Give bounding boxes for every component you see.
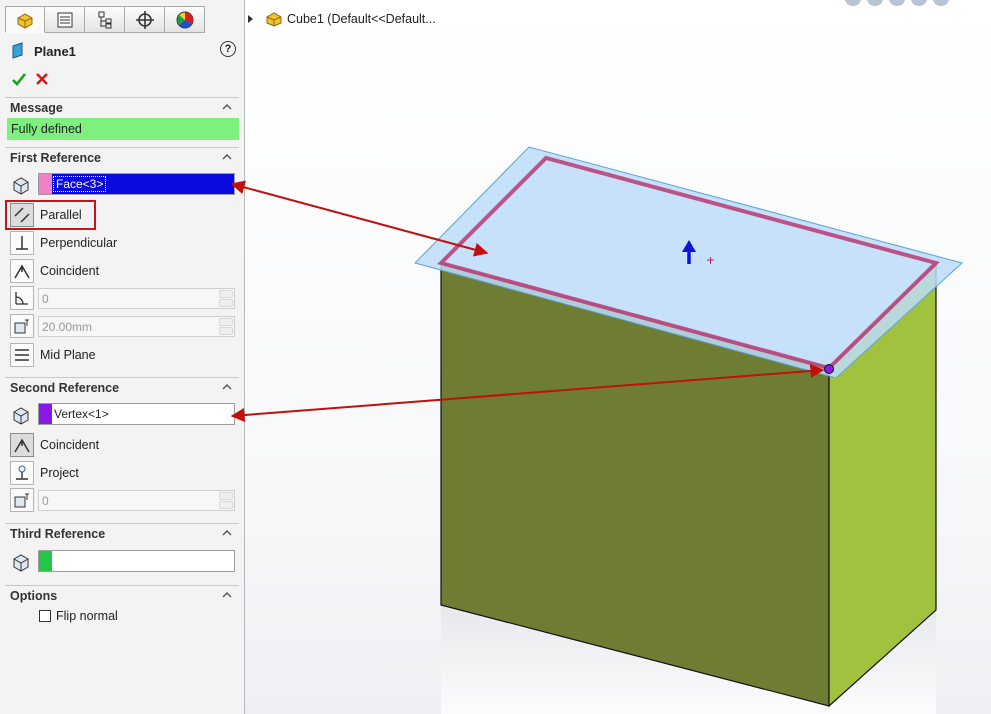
collapse-chevron-icon[interactable]	[221, 101, 233, 113]
flip-normal-checkbox[interactable]	[39, 610, 51, 622]
tab-feature-manager[interactable]	[5, 6, 45, 33]
cancel-x-icon[interactable]	[35, 72, 49, 86]
tab-display-manager[interactable]	[165, 6, 205, 33]
option-label: Mid Plane	[40, 348, 96, 362]
section-options-header[interactable]: Options	[5, 585, 239, 605]
selected-vertex[interactable]	[824, 364, 834, 374]
section-title: Message	[10, 100, 63, 115]
spin-arrows[interactable]	[219, 290, 233, 307]
spin-arrows[interactable]	[219, 318, 233, 335]
option-parallel[interactable]: Parallel	[10, 202, 82, 228]
part-icon	[17, 12, 33, 29]
section-second-reference-header[interactable]: Second Reference	[5, 377, 239, 397]
second-reference-selection-box[interactable]: Vertex<1>	[38, 403, 235, 425]
tab-dimxpert-manager[interactable]	[125, 6, 165, 33]
crosshair-icon	[135, 10, 154, 29]
collapse-chevron-icon[interactable]	[221, 527, 233, 539]
second-value: 0	[42, 494, 49, 508]
angle-input[interactable]: 0	[38, 288, 235, 309]
option-project[interactable]: Project	[10, 460, 79, 486]
section-title: Second Reference	[10, 380, 120, 395]
tab-configuration-manager[interactable]	[85, 6, 125, 33]
second-value-row	[10, 487, 34, 513]
project-icon[interactable]	[10, 461, 34, 485]
offset-distance-icon[interactable]	[10, 488, 34, 512]
option-coincident[interactable]: Coincident	[10, 258, 99, 284]
section-third-reference-header[interactable]: Third Reference	[5, 523, 239, 543]
first-reference-row	[10, 173, 32, 197]
collapse-chevron-icon[interactable]	[221, 151, 233, 163]
distance-row	[10, 313, 34, 339]
flip-normal-label: Flip normal	[56, 609, 118, 623]
second-reference-row	[10, 403, 32, 427]
option-label: Coincident	[40, 438, 100, 452]
manager-tabs	[5, 6, 205, 34]
collapse-chevron-icon[interactable]	[221, 589, 233, 601]
coincident-icon[interactable]	[10, 433, 34, 457]
collapse-chevron-icon[interactable]	[221, 381, 233, 393]
pm-title-row: Plane1 ?	[10, 40, 238, 62]
section-title: Third Reference	[10, 526, 106, 541]
status-message: Fully defined	[7, 118, 239, 140]
selection-color-swatch	[39, 551, 52, 571]
plane-icon	[12, 42, 23, 59]
section-title: First Reference	[10, 150, 102, 165]
help-icon[interactable]: ?	[220, 41, 236, 57]
distance-value: 20.00mm	[42, 320, 93, 334]
option-label: Project	[40, 466, 79, 480]
ok-cancel-group	[11, 71, 49, 87]
mid-plane-icon[interactable]	[10, 343, 34, 367]
section-title: Options	[10, 588, 58, 603]
page-title: Plane1	[34, 43, 76, 59]
option-perpendicular[interactable]: Perpendicular	[10, 230, 117, 256]
perpendicular-icon[interactable]	[10, 231, 34, 255]
configuration-icon	[98, 11, 111, 28]
angle-value: 0	[42, 292, 49, 306]
second-value-input[interactable]: 0	[38, 490, 235, 511]
option-label: Parallel	[40, 208, 82, 222]
reference-entity-icon	[13, 554, 29, 572]
angle-row	[10, 285, 34, 311]
reference-entity-icon	[13, 177, 29, 195]
selection-color-swatch	[39, 404, 52, 424]
angle-icon[interactable]	[10, 286, 34, 310]
appearance-icon	[176, 11, 193, 28]
first-reference-selection-box[interactable]: Face<3>	[38, 173, 235, 195]
second-reference-value[interactable]: Vertex<1>	[54, 407, 109, 421]
section-first-reference-header[interactable]: First Reference	[5, 147, 239, 167]
reference-entity-icon	[13, 407, 29, 425]
spin-arrows[interactable]	[219, 492, 233, 509]
offset-distance-icon[interactable]	[10, 314, 34, 338]
first-reference-value[interactable]: Face<3>	[53, 176, 107, 192]
ok-check-icon[interactable]	[11, 71, 27, 87]
property-manager-panel: Plane1 ? Message Fully defined First Ref…	[0, 0, 245, 714]
option-coincident-2[interactable]: Coincident	[10, 432, 99, 458]
property-list-icon	[57, 12, 72, 27]
third-reference-row	[10, 550, 32, 574]
tab-property-manager[interactable]	[45, 6, 85, 33]
parallel-icon[interactable]	[10, 203, 34, 227]
selection-color-swatch	[39, 174, 52, 194]
option-mid-plane[interactable]: Mid Plane	[10, 342, 96, 368]
distance-input[interactable]: 20.00mm	[38, 316, 235, 337]
third-reference-selection-box[interactable]	[38, 550, 235, 572]
option-label: Coincident	[40, 264, 100, 278]
section-message-header[interactable]: Message	[5, 97, 239, 117]
option-label: Perpendicular	[40, 236, 118, 250]
flip-normal-option[interactable]: Flip normal	[39, 609, 118, 623]
coincident-icon[interactable]	[10, 259, 34, 283]
